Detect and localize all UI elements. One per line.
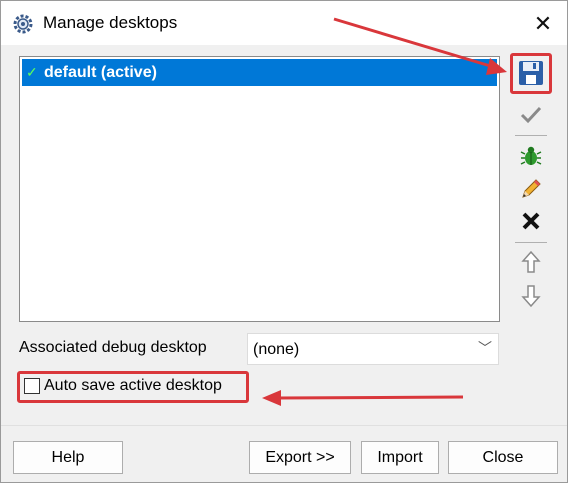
- move-down-button[interactable]: [515, 281, 547, 311]
- bug-icon: [520, 146, 542, 165]
- toolbar-separator: [515, 135, 547, 136]
- delete-icon: [522, 212, 540, 230]
- arrow-up-icon: [521, 250, 541, 273]
- pencil-icon: [522, 179, 541, 198]
- window-title: Manage desktops: [43, 13, 178, 32]
- desktops-list[interactable]: ✓ default (active): [19, 56, 500, 322]
- check-icon: [520, 106, 542, 124]
- app-gear-icon: [13, 14, 33, 34]
- import-button[interactable]: Import: [361, 441, 439, 474]
- help-button[interactable]: Help: [13, 441, 123, 474]
- debug-desktop-select[interactable]: (none) ﹀: [247, 333, 499, 365]
- debug-desktop-button[interactable]: [515, 141, 547, 171]
- button-bar-divider: [1, 425, 567, 426]
- close-window-button[interactable]: ✕: [529, 11, 557, 37]
- arrow-down-icon: [521, 285, 541, 308]
- manage-desktops-dialog: Manage desktops ✕ ✓ default (active) Ass…: [0, 0, 568, 483]
- delete-desktop-button[interactable]: [515, 206, 547, 236]
- list-item[interactable]: ✓ default (active): [22, 59, 497, 86]
- debug-desktop-value: (none): [253, 341, 300, 358]
- auto-save-highlight-box: [17, 371, 249, 403]
- title-bar: Manage desktops ✕: [1, 1, 567, 45]
- active-check-icon: ✓: [26, 64, 38, 80]
- activate-desktop-button[interactable]: [515, 100, 547, 130]
- chevron-down-icon: ﹀: [478, 340, 492, 356]
- rename-desktop-button[interactable]: [515, 174, 547, 204]
- export-button[interactable]: Export >>: [249, 441, 351, 474]
- toolbar-separator: [515, 242, 547, 243]
- debug-desktop-label: Associated debug desktop: [19, 339, 207, 356]
- close-button[interactable]: Close: [448, 441, 558, 474]
- save-highlight-box: [510, 53, 552, 94]
- desktop-label: default (active): [44, 64, 157, 81]
- move-up-button[interactable]: [515, 247, 547, 277]
